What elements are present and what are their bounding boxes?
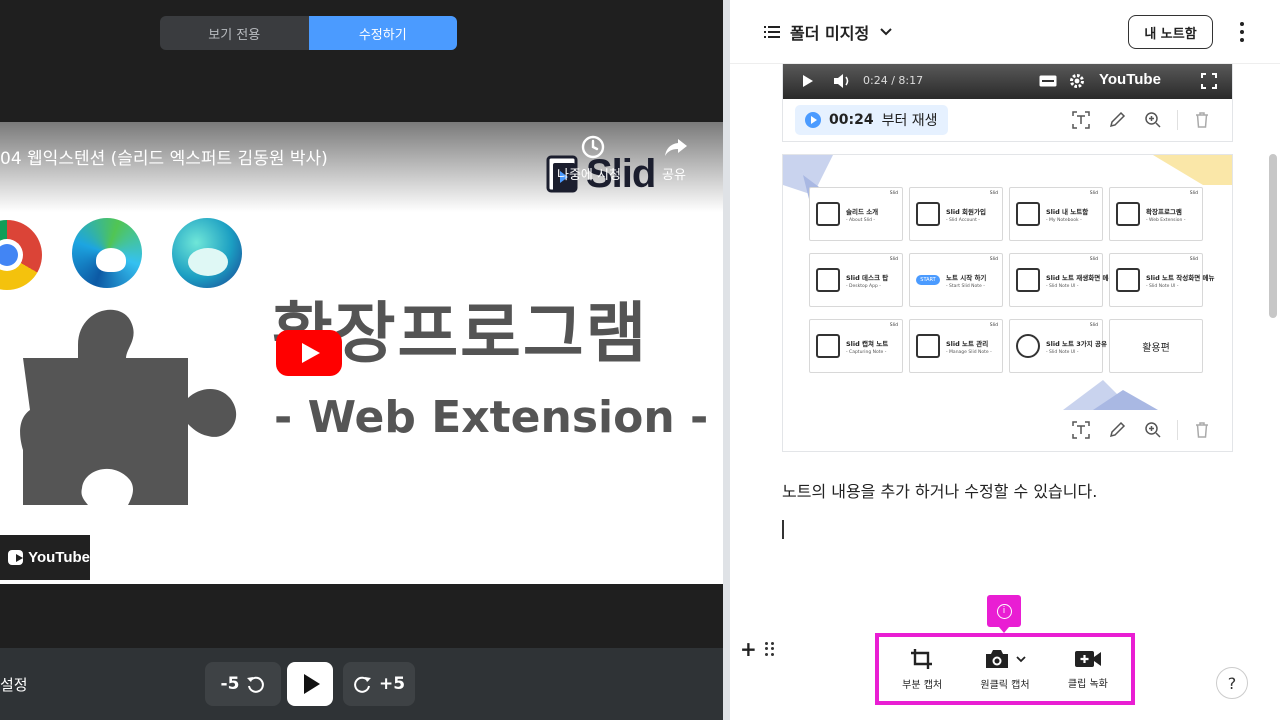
zoom-in-icon[interactable] (1135, 107, 1171, 133)
timestamp-time: 00:24 (829, 112, 874, 128)
elapsed-time: 0:24 / 8:17 (863, 74, 924, 87)
video-capture-image: 0:24 / 8:17 YouTube (783, 63, 1232, 99)
list-icon (764, 26, 780, 38)
capture-bar: 부분 캡처 원클릭 캡처 클립 녹화 (875, 633, 1135, 705)
watch-later-label[interactable]: 나중에 시청 (557, 164, 621, 183)
rewind-icon (247, 676, 265, 693)
slide-tile: Slid 슬리드 소개 - About Slid - (809, 187, 903, 241)
camera-icon (986, 649, 1008, 668)
chrome-icon (0, 220, 42, 290)
slide-capture-image: Slid 슬리드 소개 - About Slid - Slid Slid 회원가입 - … (783, 155, 1232, 410)
folder-label: 폴더 미지정 (790, 24, 870, 43)
more-menu-icon[interactable] (1234, 20, 1250, 44)
one-click-capture-button[interactable]: 원클릭 캡처 (980, 648, 1030, 691)
scrollbar[interactable] (1269, 154, 1277, 318)
whale-icon (172, 218, 242, 288)
slide-tile: 활용편 (1109, 319, 1203, 373)
slide-tile: Slid 확장프로그램 - Web Extension - (1109, 187, 1203, 241)
play-button[interactable] (287, 662, 333, 706)
chevron-down-icon[interactable] (1016, 655, 1026, 663)
share-label[interactable]: 공유 (662, 164, 686, 183)
slide-grid: Slid 슬리드 소개 - About Slid - Slid Slid 회원가입 - … (809, 187, 1214, 373)
gear-icon (1070, 74, 1084, 88)
player-controls: 설정 -5 +5 (0, 648, 723, 720)
capture-toolbar (1063, 107, 1220, 133)
toolbar-divider (1177, 110, 1178, 130)
my-notes-button[interactable]: 내 노트함 (1128, 15, 1213, 49)
fullscreen-icon (1201, 73, 1217, 89)
text-caret (782, 520, 784, 539)
toolbar-divider (1177, 420, 1178, 440)
timestamp-play-icon (805, 112, 821, 128)
edge-icon (72, 218, 142, 288)
puzzle-icon (20, 309, 237, 505)
view-only-tab[interactable]: 보기 전용 (160, 16, 309, 50)
youtube-badge[interactable]: YouTube (0, 535, 90, 580)
mode-toggle: 보기 전용 수정하기 (160, 16, 457, 50)
chevron-down-icon (880, 28, 892, 36)
slide-tile: Slid Slid 데스크 탑- Desktop App - (809, 253, 903, 307)
forward-5-button[interactable]: +5 (343, 662, 415, 706)
one-click-capture-label: 원클릭 캡처 (980, 679, 1030, 691)
captions-icon (1039, 75, 1057, 87)
youtube-brand: YouTube (1099, 71, 1161, 88)
partial-capture-label: 부분 캡처 (902, 679, 943, 691)
pencil-icon[interactable] (1099, 107, 1135, 133)
slide-tile: Slid Slid 내 노트함 - My Notebook - (1009, 187, 1103, 241)
panel-splitter[interactable] (723, 0, 730, 720)
note-header: 폴더 미지정 내 노트함 (730, 0, 1280, 64)
folder-select[interactable]: 폴더 미지정 (764, 20, 893, 44)
video-title[interactable]: 04 웹익스텐션 (슬리드 엑스퍼트 김동원 박사) (0, 144, 328, 169)
forward-icon (354, 676, 371, 693)
trash-icon[interactable] (1184, 417, 1220, 443)
slide-tile: Slid Slid 노트 관리 - Manage Slid Note - (909, 319, 1003, 373)
ocr-text-icon[interactable] (1063, 417, 1099, 443)
capture-block-video: 0:24 / 8:17 YouTube 00:24 부터 재생 (782, 62, 1233, 142)
pencil-icon[interactable] (1099, 417, 1135, 443)
note-panel: 폴더 미지정 내 노트함 0:24 / 8:17 YouTube 00:24 부… (730, 0, 1280, 720)
youtube-logo-icon (8, 550, 24, 565)
slide-tile: Slid START 노트 시작 하기 - Start Slid Note - (909, 253, 1003, 307)
block-controls: + (740, 639, 775, 659)
help-button[interactable]: ? (1216, 667, 1248, 699)
slide-tile: Slid Slid 노트 3가지 공유 - Slid Note UI - (1009, 319, 1107, 373)
timestamp-chip[interactable]: 00:24 부터 재생 (795, 105, 948, 135)
capture-toolbar (1063, 417, 1220, 443)
edit-tab[interactable]: 수정하기 (308, 16, 457, 50)
video-player[interactable]: 확장프로그램 - Web Extension - 04 웹익스텐션 (슬리드 엑… (0, 122, 723, 584)
forward-label: +5 (378, 674, 406, 694)
note-paragraph[interactable]: 노트의 내용을 추가 하거나 수정할 수 있습니다. (782, 478, 1097, 502)
drag-handle-icon[interactable] (764, 642, 775, 656)
slide-tile: Slid Slid 회원가입 - Slid Account - (909, 187, 1003, 241)
slide-tile: Slid Slid 노트 재생화면 메뉴 - Slid Note UI - (1009, 253, 1114, 307)
clip-record-button[interactable]: 클립 녹화 (1068, 649, 1108, 690)
video-panel: 보기 전용 수정하기 확장프로그램 - Web Extension - 04 웹… (0, 0, 723, 720)
slide-tile: Slid Slid 캡쳐 노트 - Capturing Note - (809, 319, 903, 373)
youtube-play-button[interactable] (276, 330, 342, 376)
rewind-5-button[interactable]: -5 (205, 662, 281, 706)
clip-record-label: 클립 녹화 (1067, 678, 1108, 690)
ocr-text-icon[interactable] (1063, 107, 1099, 133)
rewind-label: -5 (220, 674, 240, 694)
timestamp-suffix: 부터 재생 (881, 113, 938, 129)
youtube-badge-label: YouTube (28, 549, 90, 566)
play-icon (803, 75, 813, 87)
trash-icon[interactable] (1184, 107, 1220, 133)
info-icon[interactable]: i (987, 595, 1021, 633)
settings-label[interactable]: 설정 (0, 674, 28, 695)
video-record-icon (1074, 650, 1101, 667)
share-icon[interactable] (663, 134, 689, 160)
partial-capture-button[interactable]: 부분 캡처 (902, 648, 942, 691)
crop-icon (911, 648, 933, 669)
slide-subtitle: - Web Extension - (274, 392, 709, 443)
volume-icon (834, 74, 849, 88)
add-block-icon[interactable]: + (740, 639, 757, 659)
zoom-in-icon[interactable] (1135, 417, 1171, 443)
slide-tile: Slid Slid 노트 작성화면 메뉴 - Slid Note UI - (1109, 253, 1214, 307)
capture-block-slide: Slid 슬리드 소개 - About Slid - Slid Slid 회원가입 - … (782, 154, 1233, 452)
